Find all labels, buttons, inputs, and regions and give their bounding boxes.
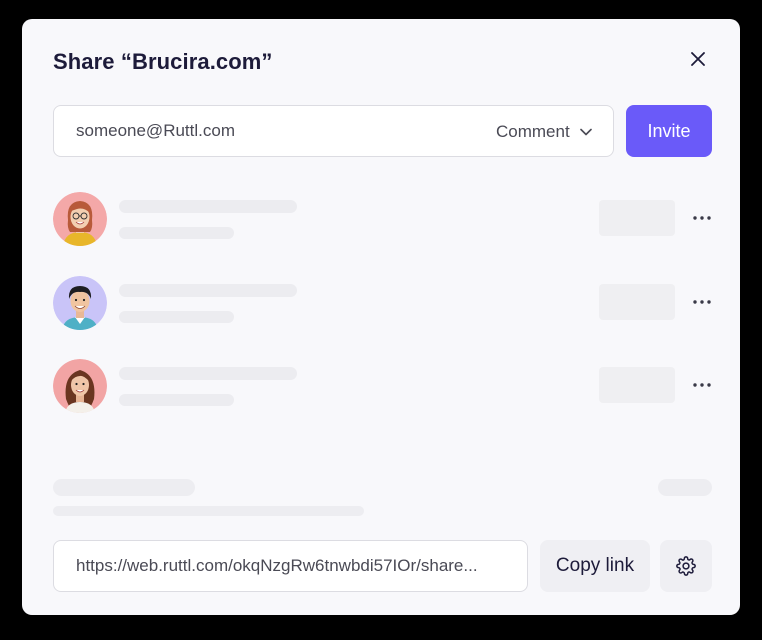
close-icon	[691, 52, 705, 66]
member-email-placeholder	[119, 227, 234, 239]
link-settings-button[interactable]	[660, 540, 712, 592]
more-horizontal-icon	[693, 216, 711, 220]
access-title-placeholder	[53, 479, 195, 496]
member-role-placeholder[interactable]	[599, 284, 675, 320]
dialog-title: Share “Brucira.com”	[53, 49, 273, 74]
member-row	[53, 359, 713, 415]
role-select-value: Comment	[496, 122, 570, 141]
access-description-placeholder	[53, 506, 364, 516]
member-more-button[interactable]	[689, 373, 715, 397]
copy-link-button[interactable]: Copy link	[540, 540, 650, 592]
avatar	[53, 359, 107, 413]
more-horizontal-icon	[693, 300, 711, 304]
member-email-placeholder	[119, 311, 234, 323]
email-field[interactable]: Comment	[53, 105, 614, 157]
close-button[interactable]	[686, 47, 710, 71]
role-select[interactable]: Comment	[496, 120, 592, 144]
member-name-placeholder	[119, 367, 297, 380]
gear-icon	[676, 556, 696, 576]
member-name-placeholder	[119, 284, 297, 297]
member-role-placeholder[interactable]	[599, 200, 675, 236]
more-horizontal-icon	[693, 383, 711, 387]
avatar	[53, 276, 107, 330]
member-name-placeholder	[119, 200, 297, 213]
share-dialog: Share “Brucira.com” Comment Invite	[22, 19, 740, 615]
access-toggle-placeholder[interactable]	[658, 479, 712, 496]
member-role-placeholder[interactable]	[599, 367, 675, 403]
member-email-placeholder	[119, 394, 234, 406]
member-more-button[interactable]	[689, 290, 715, 314]
email-input[interactable]	[76, 121, 456, 141]
share-link-field[interactable]: https://web.ruttl.com/okqNzgRw6tnwbdi57I…	[53, 540, 528, 592]
chevron-down-icon	[579, 128, 592, 136]
invite-button[interactable]: Invite	[626, 105, 712, 157]
member-more-button[interactable]	[689, 206, 715, 230]
avatar	[53, 192, 107, 246]
member-row	[53, 276, 713, 332]
share-link-url: https://web.ruttl.com/okqNzgRw6tnwbdi57I…	[76, 556, 478, 575]
member-row	[53, 192, 713, 248]
